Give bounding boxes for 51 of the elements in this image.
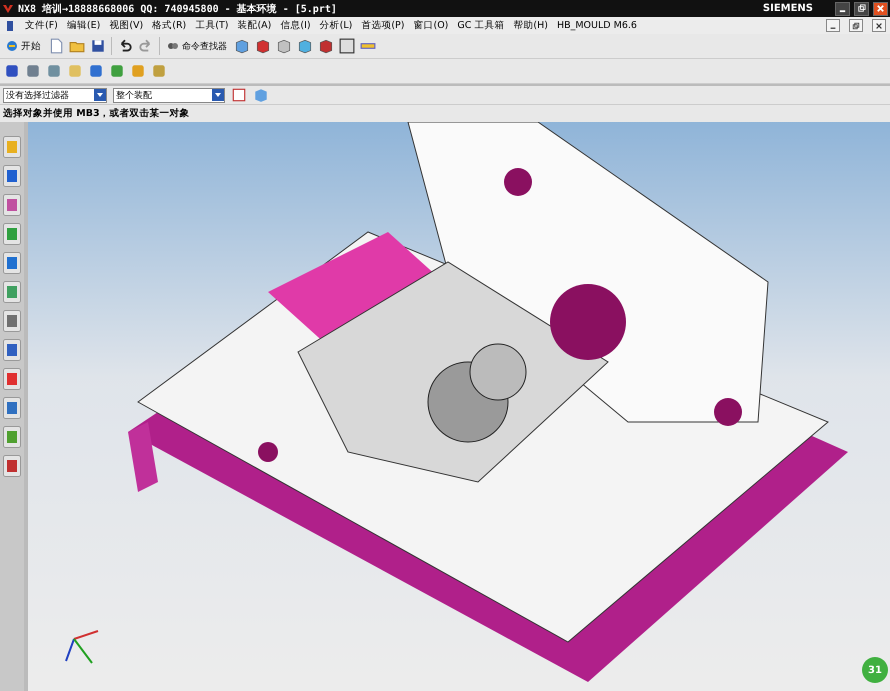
start-button[interactable]: 开始 <box>4 40 43 52</box>
filter-dropdown[interactable]: 整个装配 <box>113 88 225 102</box>
doc-restore-button[interactable] <box>849 19 863 32</box>
resource-tab-icon[interactable] <box>3 281 21 303</box>
menu-item[interactable]: 窗口(O) <box>413 19 448 32</box>
cube-icon[interactable] <box>234 38 250 54</box>
status-prompt: 选择对象并使用 MB3，或者双击某一对象 <box>3 107 190 120</box>
minimize-button[interactable] <box>835 2 850 16</box>
select-tool-icon[interactable] <box>231 87 247 103</box>
resource-tab-icon[interactable] <box>3 165 21 187</box>
window-title: NX8 培训→18888668006 QQ: 740945800 - 基本环境 - [5.prt] <box>18 2 337 16</box>
doc-close-button[interactable] <box>872 19 886 32</box>
menu-item[interactable]: 文件(F) <box>25 19 58 32</box>
brand-label: SIEMENS <box>762 3 813 14</box>
resource-tab-icon[interactable] <box>3 223 21 245</box>
filter-dropdown[interactable]: 没有选择过滤器 <box>3 88 107 102</box>
cube-icon[interactable] <box>297 38 313 54</box>
resource-tab-icon[interactable] <box>3 368 21 390</box>
menu-item[interactable]: 格式(R) <box>152 19 186 32</box>
save-icon[interactable] <box>90 38 106 54</box>
resource-tab-icon[interactable] <box>3 339 21 361</box>
menu-item[interactable]: GC 工具箱 <box>457 19 504 32</box>
close-icon <box>875 22 883 30</box>
resource-tab-icon[interactable] <box>3 426 21 448</box>
resource-tab-icon[interactable] <box>3 455 21 477</box>
restore-button[interactable] <box>854 2 869 16</box>
cube-icon[interactable] <box>276 38 292 54</box>
app-logo-icon <box>2 2 14 14</box>
cube-icon[interactable] <box>255 38 271 54</box>
menu-item[interactable]: 分析(L) <box>320 19 352 32</box>
square-icon[interactable] <box>339 38 355 54</box>
resource-tab-icon[interactable] <box>3 252 21 274</box>
menu-item[interactable]: 编辑(E) <box>66 19 100 32</box>
menu-item[interactable]: 帮助(H) <box>513 19 548 32</box>
close-button[interactable] <box>873 2 888 16</box>
resource-tab-icon[interactable] <box>3 194 21 216</box>
restore-icon <box>852 22 860 30</box>
command-finder-button[interactable]: 命令查找器 <box>165 40 229 52</box>
doc-minimize-button[interactable] <box>826 19 840 32</box>
new-file-icon[interactable] <box>48 38 64 54</box>
menu-item[interactable]: 视图(V) <box>109 19 144 32</box>
menu-item[interactable]: HB_MOULD M6.6 <box>556 20 637 31</box>
menu-item[interactable]: 信息(I) <box>280 19 311 32</box>
close-icon <box>876 4 885 13</box>
binoculars-icon <box>167 40 179 52</box>
menu-item[interactable]: 首选项(P) <box>361 19 404 32</box>
resource-tab-icon[interactable] <box>3 310 21 332</box>
resource-tab-icon[interactable] <box>3 397 21 419</box>
cube-icon[interactable] <box>318 38 334 54</box>
menu-item[interactable]: 工具(T) <box>195 19 228 32</box>
menu-item[interactable]: 装配(A) <box>237 19 272 32</box>
